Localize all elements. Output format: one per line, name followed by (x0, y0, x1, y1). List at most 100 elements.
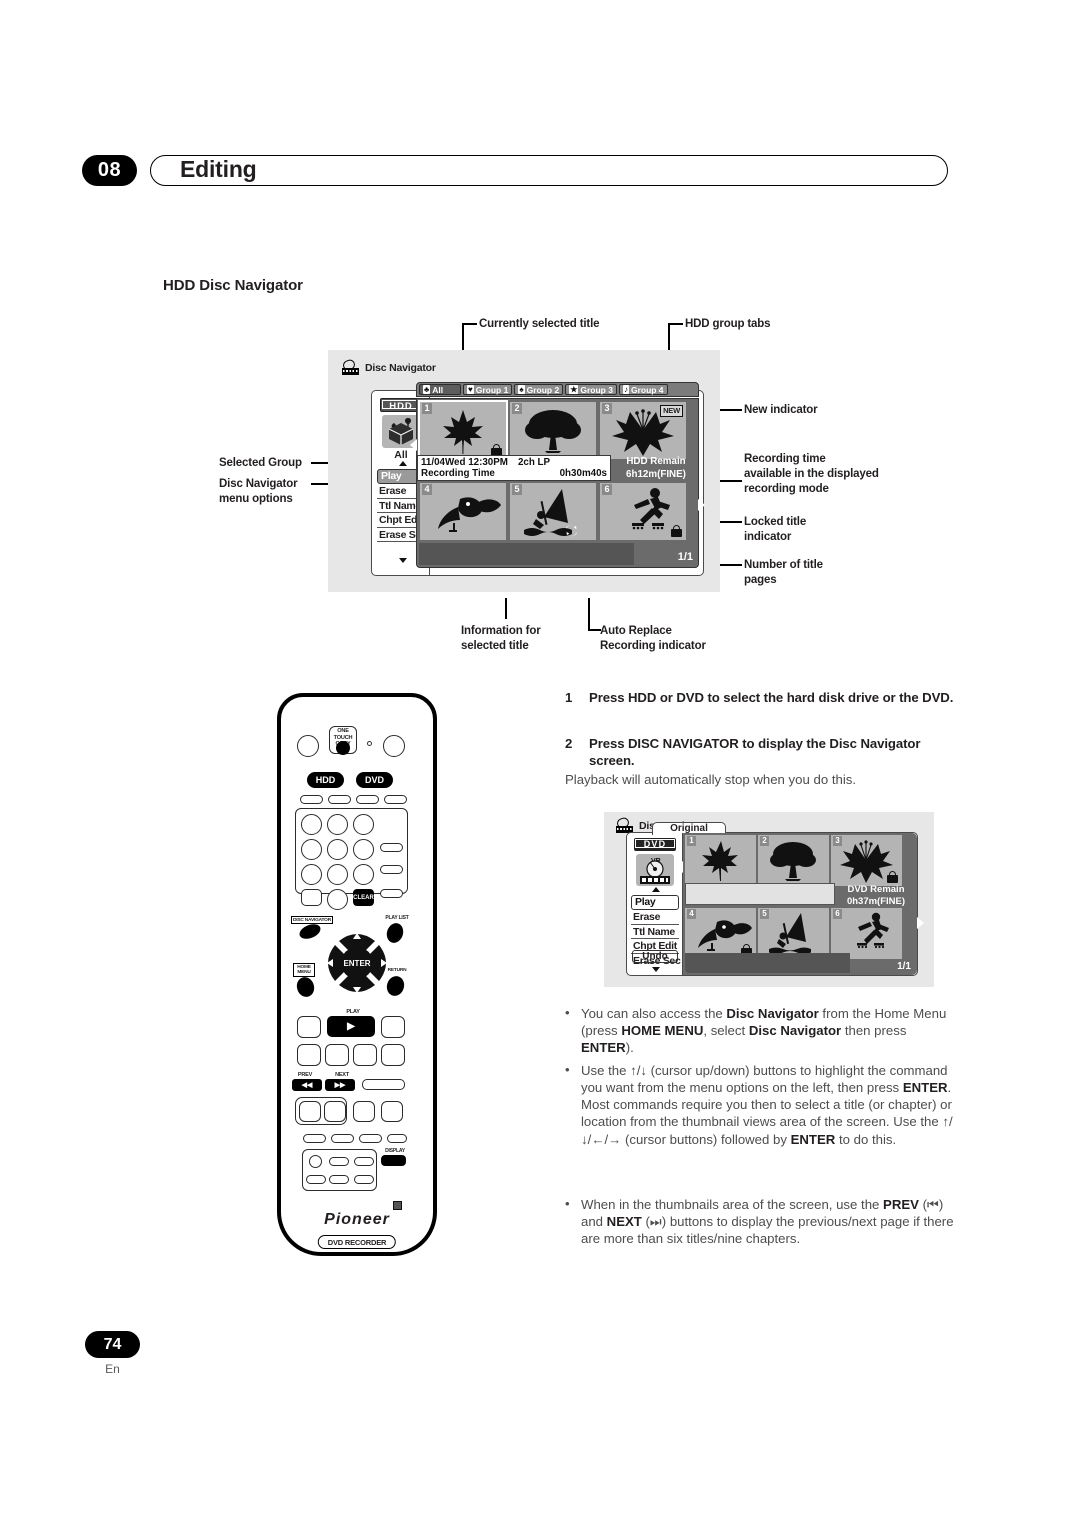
side-button-3[interactable] (380, 889, 403, 898)
leader-line (588, 598, 590, 630)
bottom-button-6[interactable] (354, 1175, 374, 1184)
dvd-thumbnail-6[interactable]: 6 (831, 908, 902, 959)
bullet-text: You can also access the Disc Navigator f… (581, 1006, 947, 1056)
transport-wide-button[interactable] (362, 1079, 405, 1090)
locked-title-icon (887, 871, 898, 883)
thumbnail-number: 2 (760, 836, 769, 846)
number-button-5[interactable] (327, 839, 348, 860)
undo-button[interactable]: Undo (632, 950, 678, 963)
return-label: RETURN (387, 968, 407, 973)
rec-button[interactable] (299, 1101, 321, 1122)
color-button-1[interactable] (303, 1134, 326, 1143)
leader-line (462, 323, 477, 325)
bottom-button-1[interactable] (309, 1155, 322, 1168)
open-close-button[interactable] (383, 735, 405, 757)
thumbnail-6[interactable]: 6 (600, 483, 686, 540)
dvd-scroll-up-arrow-icon[interactable] (652, 887, 660, 892)
bottom-button-3[interactable] (354, 1157, 374, 1166)
next-button[interactable]: ▶▶ (325, 1079, 355, 1091)
prev-button[interactable]: ◀◀ (292, 1079, 322, 1091)
function-button-4[interactable] (384, 795, 407, 804)
scroll-down-arrow-icon[interactable] (399, 558, 407, 563)
number-button-7[interactable] (301, 864, 322, 885)
number-button-8[interactable] (327, 864, 348, 885)
chapter-title: Editing (180, 156, 257, 182)
dvd-button[interactable]: DVD (356, 772, 393, 788)
stop-button[interactable] (297, 1016, 321, 1038)
label-line-2: MENU (297, 969, 311, 975)
bottom-button-4[interactable] (306, 1175, 326, 1184)
color-button-2[interactable] (331, 1134, 354, 1143)
bottom-button-5[interactable] (329, 1175, 349, 1184)
tab-group-2[interactable]: ♠ Group 2 (514, 383, 564, 396)
number-button-3[interactable] (353, 814, 374, 835)
bottom-button-2[interactable] (329, 1157, 349, 1166)
function-button-3[interactable] (356, 795, 379, 804)
dvd-page-left-arrow-icon[interactable] (676, 861, 683, 873)
function-button-2[interactable] (328, 795, 351, 804)
thumbnail-3[interactable]: 3 NEW (600, 402, 686, 459)
dvd-menu-item-ttl-name[interactable]: Ttl Name (631, 925, 679, 939)
function-button-1[interactable] (300, 795, 323, 804)
transport-button-4[interactable] (381, 1044, 405, 1066)
thumbnail-bottom-bar (419, 543, 634, 565)
page-left-arrow-icon[interactable] (410, 439, 417, 451)
dvd-menu-item-erase[interactable]: Erase (631, 910, 679, 925)
display-button[interactable] (381, 1155, 406, 1166)
hdd-remain-info: HDD Remain 6h12m(FINE) (613, 456, 699, 481)
extra-button-1[interactable] (353, 1101, 375, 1122)
thumbnail-number: 3 (602, 403, 612, 414)
callout-auto-replace-recording-indicator: Auto Replace Recording indicator (600, 624, 706, 654)
transport-button-2[interactable] (325, 1044, 349, 1066)
tab-group-3[interactable]: ★ Group 3 (565, 383, 617, 396)
rec-stop-button[interactable] (324, 1101, 346, 1122)
dvd-thumbnail-4[interactable]: 4 (685, 908, 756, 959)
number-button-1[interactable] (301, 814, 322, 835)
windsurfer-icon (524, 489, 572, 536)
dvd-thumbnail-2[interactable]: 2 (758, 835, 829, 886)
dvd-remain-info: DVD Remain 0h37m(FINE) (837, 884, 915, 907)
dvd-thumbnail-1[interactable]: 1 (685, 835, 756, 886)
one-touch-copy-dot[interactable] (336, 741, 350, 755)
number-button-9[interactable] (353, 864, 374, 885)
thumbnail-4[interactable]: 4 (420, 483, 506, 540)
pause-button[interactable] (381, 1016, 405, 1038)
scroll-up-arrow-icon[interactable] (399, 461, 407, 466)
number-button-10[interactable] (301, 889, 322, 906)
callout-line-1: Auto Replace (600, 625, 672, 637)
dvd-thumbnail-5[interactable]: 5 (758, 908, 829, 959)
number-button-0[interactable] (327, 889, 348, 910)
dvd-selected-title-info (685, 883, 835, 905)
tab-group-4[interactable]: ♪ Group 4 (618, 383, 668, 396)
bullet-item-1: • You can also access the Disc Navigator… (565, 1005, 955, 1056)
color-button-4[interactable] (387, 1134, 407, 1143)
side-button-2[interactable] (380, 865, 403, 874)
transport-button-1[interactable] (297, 1044, 321, 1066)
clear-button[interactable]: CLEAR (353, 889, 374, 906)
transport-button-3[interactable] (353, 1044, 377, 1066)
language-code: En (105, 1362, 120, 1376)
tab-group-1[interactable]: ♥ Group 1 (463, 383, 513, 396)
hdd-button[interactable]: HDD (307, 772, 344, 788)
power-button[interactable] (297, 735, 319, 757)
thumbnail-1[interactable]: 1 (418, 400, 508, 461)
thumbnail-5[interactable]: 5 (510, 483, 596, 540)
extra-button-2[interactable] (381, 1101, 403, 1122)
number-button-6[interactable] (353, 839, 374, 860)
side-button-1[interactable] (380, 843, 403, 852)
play-button[interactable]: ▶ (327, 1016, 375, 1037)
info-row-1: 11/04Wed 12:30PM 2ch LP (421, 457, 607, 468)
number-button-2[interactable] (327, 814, 348, 835)
dvd-scroll-down-arrow-icon[interactable] (652, 967, 660, 972)
dvd-thumbnail-3[interactable]: 3 (831, 835, 902, 886)
dvd-page-right-arrow-icon[interactable] (917, 917, 924, 929)
color-button-3[interactable] (359, 1134, 382, 1143)
number-button-4[interactable] (301, 839, 322, 860)
thumbnail-2[interactable]: 2 (510, 402, 596, 459)
thumbnail-number: 1 (422, 403, 432, 414)
thumbnail-number: 4 (422, 484, 432, 495)
tab-all[interactable]: ♣ All (419, 383, 461, 396)
page-right-arrow-icon[interactable] (698, 499, 705, 511)
dvd-menu-item-play[interactable]: Play (631, 895, 679, 910)
window-title: Disc Navigator (365, 361, 436, 374)
